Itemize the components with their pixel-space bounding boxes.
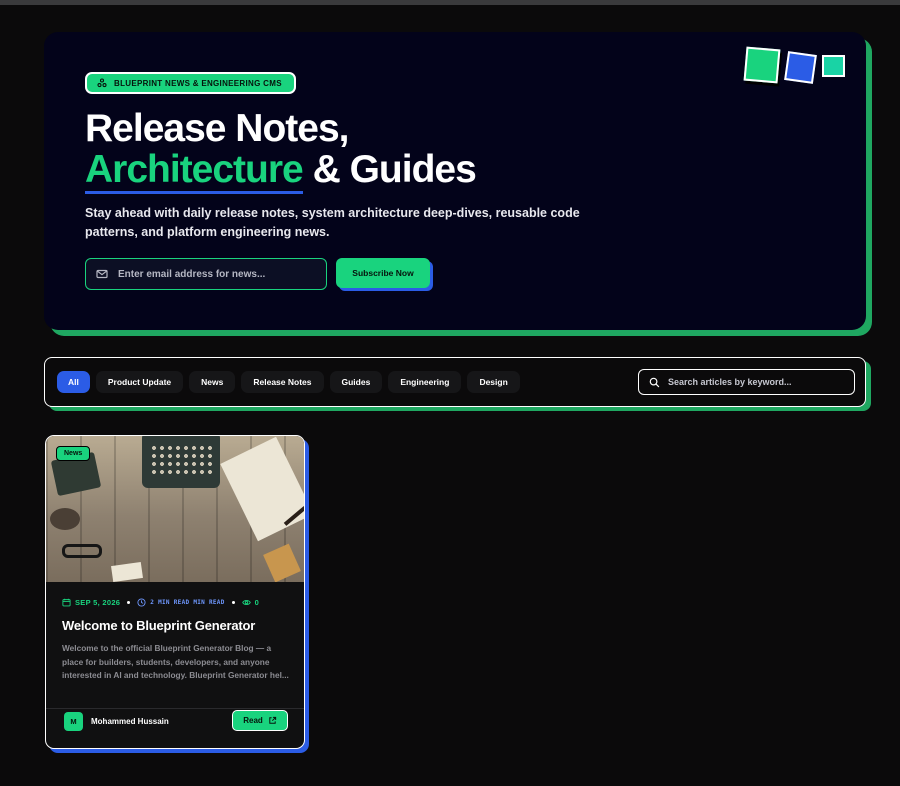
subscribe-button[interactable]: Subscribe Now: [336, 258, 430, 288]
post-views-count: 0: [254, 598, 259, 607]
hero-badge: BLUEPRINT NEWS & ENGINEERING CMS: [85, 72, 296, 94]
clock-icon: [137, 598, 146, 607]
hero-subtitle: Stay ahead with daily release notes, sys…: [85, 206, 580, 239]
avatar: M: [64, 712, 83, 731]
mail-icon: [96, 269, 108, 279]
card-divider: [46, 708, 304, 709]
cover-note-shape: [111, 561, 143, 582]
hero-badge-text: BLUEPRINT NEWS & ENGINEERING CMS: [114, 78, 282, 88]
cover-paper-shape: [220, 436, 304, 542]
tab-design[interactable]: Design: [467, 371, 520, 393]
hero-title-accent: Architecture: [85, 148, 304, 194]
read-button[interactable]: Read: [232, 710, 288, 731]
post-views: 0: [241, 598, 259, 607]
tab-engineering[interactable]: Engineering: [388, 371, 462, 393]
post-read-time-text: 2 MIN READ MIN READ: [150, 599, 225, 606]
tab-release-notes[interactable]: Release Notes: [241, 371, 324, 393]
search-field[interactable]: [638, 369, 855, 395]
meta-separator: [231, 601, 235, 604]
post-date-text: SEP 5, 2026: [75, 598, 121, 607]
cover-typewriter-shape: [142, 436, 220, 488]
tab-product-update[interactable]: Product Update: [95, 371, 184, 393]
cover-pinecone-shape: [50, 508, 80, 530]
search-input[interactable]: [668, 377, 848, 387]
decorative-green-square: [743, 46, 781, 84]
post-meta: SEP 5, 2026 2 MIN READ MIN READ 0: [62, 598, 259, 607]
post-date: SEP 5, 2026: [62, 598, 120, 607]
eye-icon: [241, 600, 251, 605]
layers-icon: [97, 78, 107, 88]
category-tabs: All Product Update News Release Notes Gu…: [57, 371, 520, 393]
tab-guides[interactable]: Guides: [329, 371, 383, 393]
hero-title-line1: Release Notes,: [85, 107, 349, 150]
external-link-icon: [269, 716, 276, 724]
calendar-icon: [62, 598, 71, 607]
email-field[interactable]: [85, 258, 327, 290]
hero-title-rest: & Guides: [302, 148, 477, 191]
hero-title-line2: Architecture & Guides: [85, 148, 477, 194]
email-input[interactable]: [118, 268, 318, 280]
cover-block-shape: [263, 543, 301, 582]
tab-news[interactable]: News: [189, 371, 236, 393]
post-card[interactable]: News SEP 5, 2026 2 MIN READ MIN READ 0 W…: [45, 435, 305, 749]
search-icon: [649, 377, 660, 387]
hero-title: Release Notes, Architecture & Guides: [85, 107, 477, 194]
post-tag: News: [56, 446, 91, 461]
read-button-label: Read: [243, 716, 263, 725]
window-top-bar: [0, 0, 900, 5]
post-title[interactable]: Welcome to Blueprint Generator: [62, 618, 255, 633]
meta-separator: [127, 601, 131, 604]
tab-all[interactable]: All: [57, 371, 90, 393]
post-excerpt: Welcome to the official Blueprint Genera…: [62, 643, 289, 680]
filter-bar: All Product Update News Release Notes Gu…: [44, 357, 866, 407]
cover-glasses-shape: [62, 544, 102, 558]
post-read-time: 2 MIN READ MIN READ: [137, 598, 224, 607]
decorative-blue-square: [784, 51, 817, 84]
hero-banner: BLUEPRINT NEWS & ENGINEERING CMS Release…: [44, 32, 866, 330]
author-name: Mohammed Hussain: [91, 717, 169, 726]
decorative-teal-square: [822, 55, 845, 77]
